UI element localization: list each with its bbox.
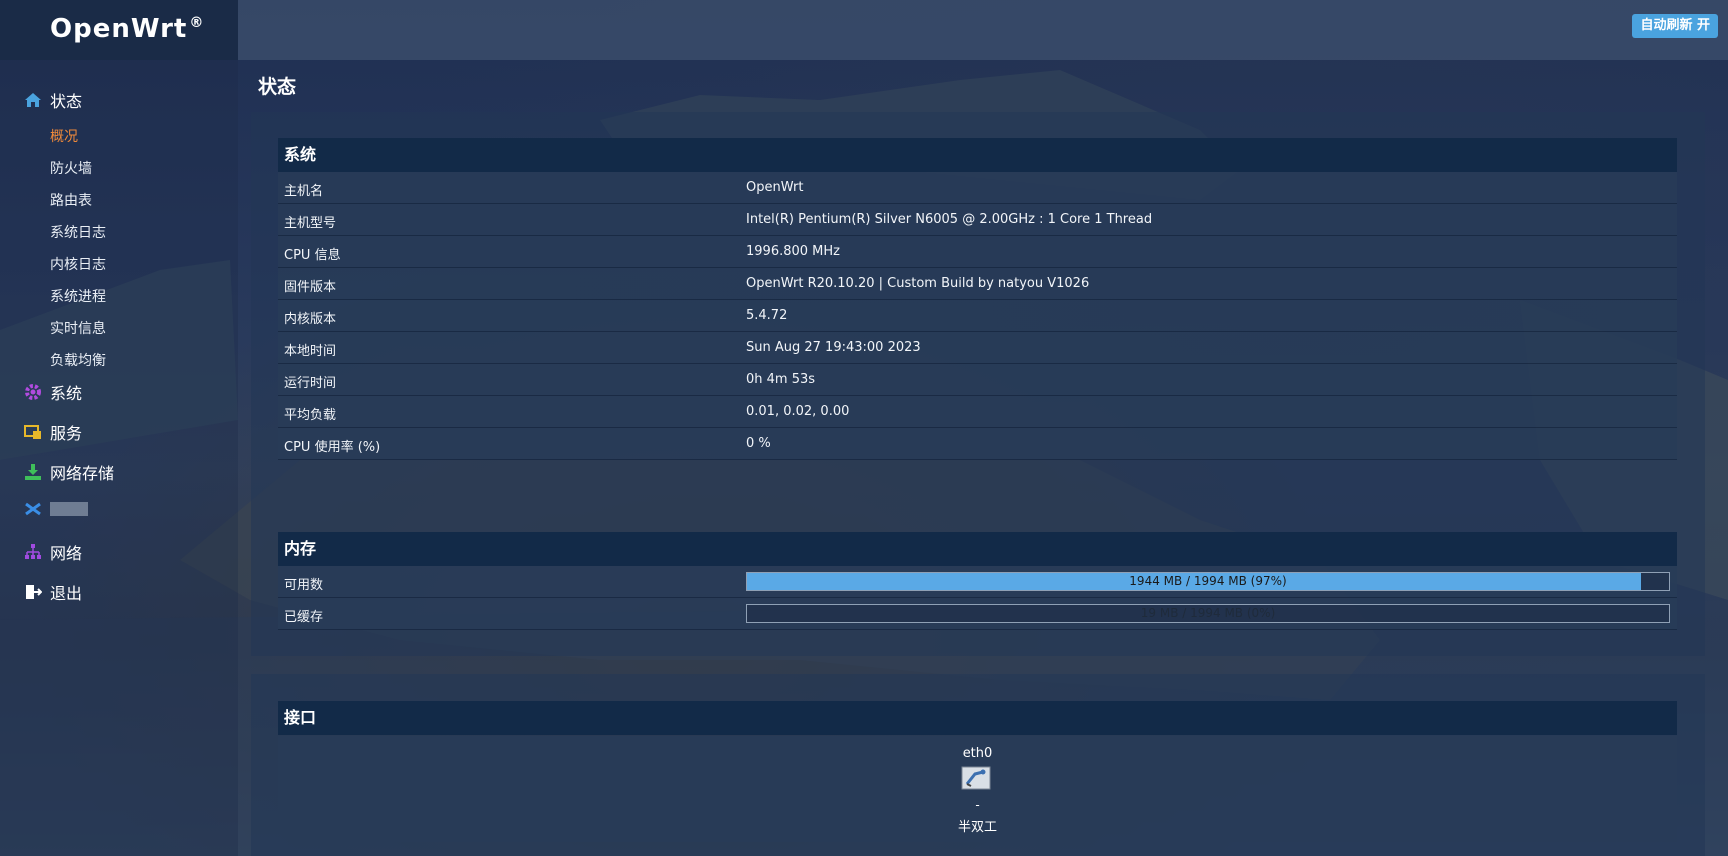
- brand-mark: ®: [189, 15, 205, 32]
- sidebar-item-label: 网络: [50, 544, 83, 563]
- sidebar-subitem-overview[interactable]: 概况: [50, 126, 78, 146]
- auto-refresh-button[interactable]: 自动刷新 开: [1632, 14, 1718, 38]
- row-key: 内核版本: [284, 312, 337, 327]
- table-row: 平均负载 0.01, 0.02, 0.00: [278, 396, 1677, 428]
- row-key: 本地时间: [284, 344, 337, 359]
- row-value: 0 %: [746, 436, 771, 451]
- brand-area[interactable]: OpenWrt ®: [0, 0, 238, 60]
- table-row: 固件版本 OpenWrt R20.10.20 | Custom Build by …: [278, 268, 1677, 300]
- home-icon: [25, 93, 41, 107]
- sidebar-item-label: 退出: [50, 584, 83, 603]
- sidebar-item-label: 系统: [50, 384, 83, 403]
- row-key: 已缓存: [284, 610, 324, 625]
- memory-row-available: 可用数 1944 MB / 1994 MB (97%): [278, 566, 1677, 598]
- memory-section-heading: 内存: [278, 532, 1677, 566]
- sidebar: [0, 60, 238, 856]
- row-value: OpenWrt: [746, 180, 804, 195]
- interface-speed: -: [975, 798, 980, 812]
- sidebar-item-status[interactable]: 状态: [24, 88, 82, 112]
- network-icon: [25, 544, 41, 559]
- interfaces-section-heading: 接口: [278, 701, 1677, 735]
- table-row: 主机名 OpenWrt: [278, 172, 1677, 204]
- download-icon: [25, 464, 41, 480]
- top-bar: [0, 0, 1728, 60]
- row-value: 5.4.72: [746, 308, 788, 323]
- progress-label: 1944 MB / 1994 MB (97%): [1129, 574, 1287, 588]
- interface-card[interactable]: eth0 - 半双工: [278, 736, 1677, 842]
- memory-available-bar: 1944 MB / 1994 MB (97%): [746, 572, 1670, 591]
- row-value: Sun Aug 27 19:43:00 2023: [746, 340, 921, 355]
- table-row: 主机型号 Intel(R) Pentium(R) Silver N6005 @ 2…: [278, 204, 1677, 236]
- table-row: 内核版本 5.4.72: [278, 300, 1677, 332]
- sidebar-item-vpn[interactable]: [24, 500, 88, 518]
- sidebar-item-label: 状态: [50, 92, 83, 111]
- gear-icon: [25, 384, 41, 400]
- ethernet-port-icon: [961, 766, 991, 790]
- sidebar-item-label: 网络存储: [50, 464, 115, 483]
- row-key: 主机型号: [284, 216, 337, 231]
- sidebar-item-services[interactable]: 服务: [24, 420, 82, 444]
- row-value: Intel(R) Pentium(R) Silver N6005 @ 2.00G…: [746, 212, 1153, 227]
- table-row: CPU 信息 1996.800 MHz: [278, 236, 1677, 268]
- row-key: 固件版本: [284, 280, 337, 295]
- logout-icon: [26, 585, 42, 599]
- row-key: CPU 信息: [284, 248, 341, 263]
- sidebar-item-logout[interactable]: 退出: [24, 580, 82, 604]
- row-key: 运行时间: [284, 376, 337, 391]
- row-value: OpenWrt R20.10.20 | Custom Build by naty…: [746, 276, 1090, 291]
- brand-logo[interactable]: OpenWrt ®: [50, 14, 204, 44]
- sidebar-subitem-load-balancing[interactable]: 负载均衡: [50, 350, 106, 370]
- row-key: 可用数: [284, 578, 324, 593]
- redacted-label: [50, 502, 88, 516]
- services-icon: [24, 425, 41, 439]
- memory-row-cached: 已缓存 19 MB / 1994 MB (0%): [278, 598, 1677, 630]
- row-value: 1996.800 MHz: [746, 244, 840, 259]
- table-row: 本地时间 Sun Aug 27 19:43:00 2023: [278, 332, 1677, 364]
- row-key: 主机名: [284, 184, 324, 199]
- row-key: CPU 使用率 (%): [284, 440, 381, 455]
- row-value: 0h 4m 53s: [746, 372, 816, 387]
- sidebar-subitem-processes[interactable]: 系统进程: [50, 286, 106, 306]
- table-row: 运行时间 0h 4m 53s: [278, 364, 1677, 396]
- brand-name: OpenWrt: [50, 14, 188, 44]
- sidebar-subitem-routes[interactable]: 路由表: [50, 190, 92, 210]
- sidebar-subitem-syslog[interactable]: 系统日志: [50, 222, 106, 242]
- progress-label: 19 MB / 1994 MB (0%): [1140, 606, 1276, 620]
- sidebar-subitem-firewall[interactable]: 防火墙: [50, 158, 92, 178]
- row-key: 平均负载: [284, 408, 337, 423]
- interface-duplex: 半双工: [957, 820, 997, 835]
- sidebar-item-nas[interactable]: 网络存储: [24, 460, 114, 484]
- table-row: CPU 使用率 (%) 0 %: [278, 428, 1677, 460]
- sidebar-subitem-realtime[interactable]: 实时信息: [50, 318, 106, 338]
- interface-name: eth0: [962, 746, 993, 761]
- system-section-heading: 系统: [278, 138, 1677, 172]
- page-title: 状态: [258, 76, 297, 98]
- sidebar-item-system[interactable]: 系统: [24, 380, 82, 404]
- sidebar-item-network[interactable]: 网络: [24, 540, 82, 564]
- sidebar-item-label: 服务: [50, 424, 83, 443]
- memory-cached-bar: 19 MB / 1994 MB (0%): [746, 604, 1670, 623]
- sidebar-subitem-kernel-log[interactable]: 内核日志: [50, 254, 106, 274]
- vpn-icon: [25, 502, 41, 516]
- row-value: 0.01, 0.02, 0.00: [746, 404, 850, 419]
